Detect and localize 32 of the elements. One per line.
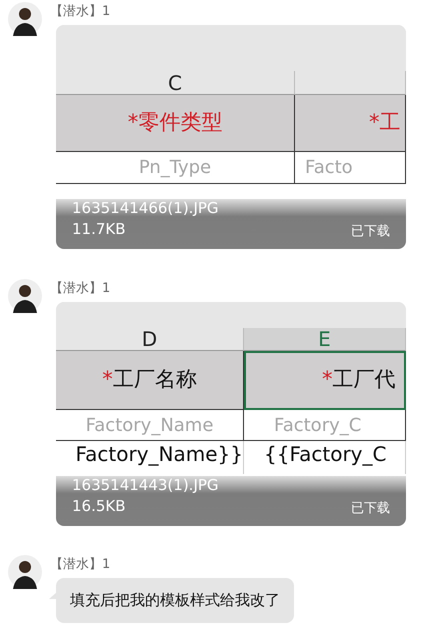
avatar[interactable] — [8, 279, 42, 313]
header-text: 工 — [380, 109, 400, 136]
table-cell: Pn_Type — [56, 152, 295, 184]
required-mark: * — [128, 109, 138, 136]
download-status: 已下载 — [351, 500, 390, 518]
required-mark: * — [322, 366, 332, 394]
sender-name: 【潜水】1 — [50, 556, 112, 574]
image-attachment[interactable]: D E *工厂名称 *工厂代 Factory_Name Factory_C Factory_Name}} {{Factory_C 1635141443(1).JPG 16.5KB 已下载 — [56, 302, 406, 526]
header-text: 工厂名称 — [112, 366, 197, 394]
file-name: 1635141466(1).JPG — [72, 199, 219, 217]
required-mark: * — [102, 366, 113, 394]
avatar[interactable] — [8, 555, 42, 589]
table-cell: Factory_Name — [56, 410, 244, 441]
column-header: E — [244, 328, 406, 351]
sender-name: 【潜水】1 — [50, 3, 112, 21]
header-text: 零件类型 — [138, 109, 222, 136]
table-cell: Factory_C — [244, 410, 406, 441]
header-text: 工厂代 — [332, 366, 396, 394]
avatar[interactable] — [8, 2, 42, 36]
table-cell: Factory_Name}} — [56, 441, 244, 474]
file-size: 16.5KB — [72, 497, 126, 515]
image-attachment[interactable]: C *零件类型 *工 Pn_Type Facto 1635141466(1).JPG 11.7KB 已下载 — [56, 25, 406, 249]
file-name: 1635141443(1).JPG — [72, 476, 219, 494]
download-status: 已下载 — [351, 223, 390, 241]
column-header: C — [56, 71, 295, 95]
file-size: 11.7KB — [72, 220, 126, 238]
message-bubble: 填充后把我的模板样式给我改了 — [56, 578, 294, 622]
table-cell: {{Factory_C — [244, 441, 406, 474]
table-cell: Facto — [295, 152, 406, 184]
required-mark: * — [369, 109, 380, 136]
sender-name: 【潜水】1 — [50, 280, 112, 298]
column-header: D — [56, 328, 244, 351]
